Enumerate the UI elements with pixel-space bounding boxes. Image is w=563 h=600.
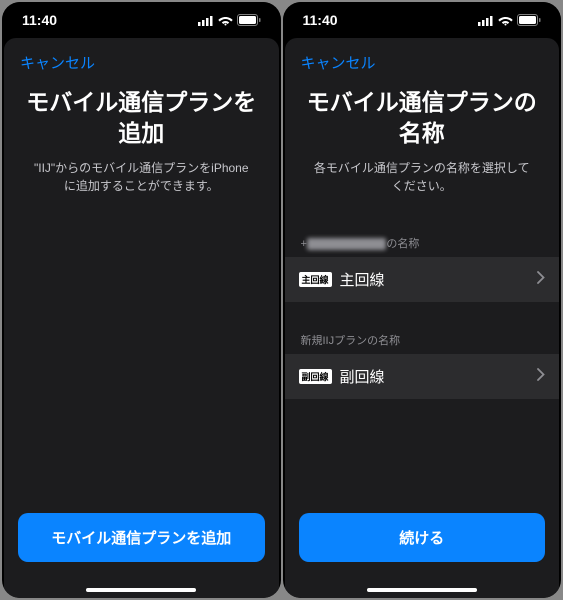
cancel-button[interactable]: キャンセル — [301, 55, 376, 72]
home-indicator[interactable] — [86, 588, 196, 592]
status-time: 11:40 — [22, 12, 57, 28]
signal-icon — [198, 15, 214, 26]
plan-section-secondary: 新規IIJプランの名称 副回線 副回線 — [285, 326, 560, 399]
phone-screen-1: 11:40 キャンセル モバイル通信プランを追加 "IIJ"からのモバイル通信プ… — [2, 2, 281, 598]
page-subtitle: "IIJ"からのモバイル通信プランをiPhoneに追加することができます。 — [4, 159, 279, 195]
section-header: 新規IIJプランの名称 — [285, 326, 560, 354]
page-title: モバイル通信プランを追加 — [4, 81, 279, 159]
button-wrap: 続ける — [285, 513, 560, 598]
sheet-header: キャンセル — [4, 38, 279, 81]
battery-icon — [237, 14, 261, 26]
cancel-button[interactable]: キャンセル — [20, 55, 95, 72]
continue-button[interactable]: 続ける — [299, 513, 546, 562]
plan-row-primary[interactable]: 主回線 主回線 — [285, 257, 560, 302]
status-time: 11:40 — [303, 12, 338, 28]
plan-row-secondary[interactable]: 副回線 副回線 — [285, 354, 560, 399]
plan-label: 主回線 — [340, 269, 537, 290]
signal-icon — [478, 15, 494, 26]
status-bar: 11:40 — [2, 2, 281, 38]
plan-section-primary: +XX XXXX XXXXの名称 主回線 主回線 — [285, 229, 560, 302]
phone-screen-2: 11:40 キャンセル モバイル通信プランの名称 各モバイル通信プランの名称を選… — [283, 2, 562, 598]
modal-sheet: キャンセル モバイル通信プランを追加 "IIJ"からのモバイル通信プランをiPh… — [4, 38, 279, 598]
section-header: +XX XXXX XXXXの名称 — [285, 229, 560, 257]
modal-sheet: キャンセル モバイル通信プランの名称 各モバイル通信プランの名称を選択してくださ… — [285, 38, 560, 598]
wifi-icon — [218, 15, 233, 26]
header-suffix: の名称 — [386, 238, 419, 250]
plan-label: 副回線 — [340, 366, 537, 387]
sheet-content: モバイル通信プランの名称 各モバイル通信プランの名称を選択してください。 +XX… — [285, 81, 560, 598]
chevron-right-icon — [537, 368, 545, 386]
status-icons — [478, 14, 541, 26]
home-indicator[interactable] — [367, 588, 477, 592]
status-bar: 11:40 — [283, 2, 562, 38]
wifi-icon — [498, 15, 513, 26]
sheet-content: モバイル通信プランを追加 "IIJ"からのモバイル通信プランをiPhoneに追加… — [4, 81, 279, 598]
page-subtitle: 各モバイル通信プランの名称を選択してください。 — [285, 159, 560, 195]
button-wrap: モバイル通信プランを追加 — [4, 513, 279, 598]
status-icons — [198, 14, 261, 26]
sheet-header: キャンセル — [285, 38, 560, 81]
redacted-number: XX XXXX XXXX — [307, 238, 386, 250]
header-prefix: + — [301, 238, 307, 250]
battery-icon — [517, 14, 541, 26]
page-title: モバイル通信プランの名称 — [285, 81, 560, 159]
plan-badge: 主回線 — [299, 272, 332, 287]
add-plan-button[interactable]: モバイル通信プランを追加 — [18, 513, 265, 562]
chevron-right-icon — [537, 271, 545, 289]
plan-badge: 副回線 — [299, 369, 332, 384]
